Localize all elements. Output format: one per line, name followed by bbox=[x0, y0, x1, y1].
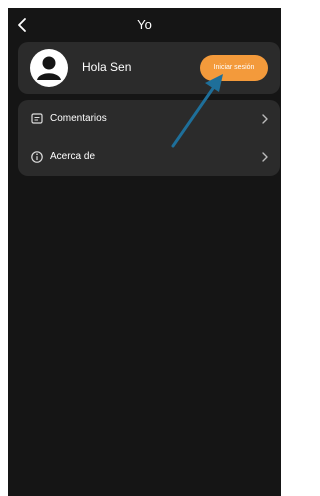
chevron-right-icon bbox=[262, 114, 268, 124]
profile-card: Hola Sen Iniciar sesión bbox=[18, 42, 280, 94]
feedback-icon bbox=[31, 113, 43, 124]
top-bar: Yo bbox=[8, 8, 281, 42]
info-icon bbox=[31, 151, 43, 163]
menu-item-comentarios[interactable]: Comentarios bbox=[18, 100, 280, 138]
menu-item-acerca-de[interactable]: Acerca de bbox=[18, 138, 280, 176]
chevron-right-icon bbox=[262, 152, 268, 162]
login-button[interactable]: Iniciar sesión bbox=[200, 55, 268, 81]
menu-item-label: Acerca de bbox=[50, 151, 96, 162]
app-screen: Yo Hola Sen Iniciar sesión Comentarios A… bbox=[8, 8, 281, 496]
menu-card: Comentarios Acerca de bbox=[18, 100, 280, 176]
user-greeting: Hola Sen bbox=[82, 60, 132, 74]
page-title: Yo bbox=[137, 17, 152, 32]
user-avatar-icon bbox=[30, 49, 68, 87]
menu-item-label: Comentarios bbox=[50, 113, 107, 124]
